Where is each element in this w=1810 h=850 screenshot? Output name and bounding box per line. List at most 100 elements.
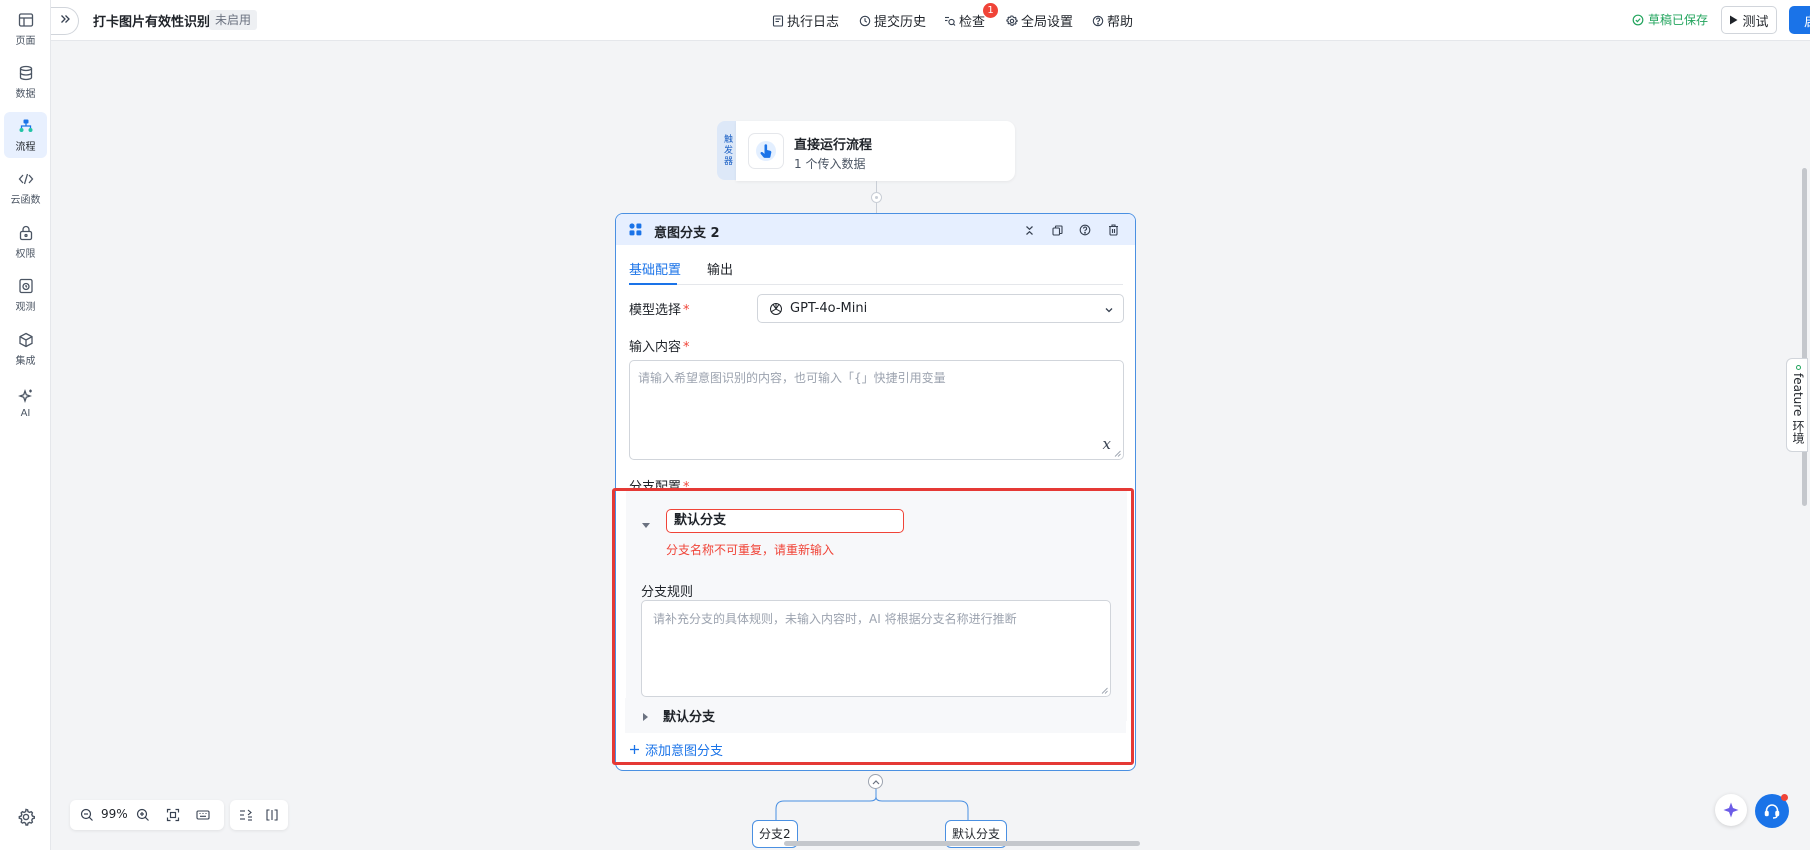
exec-log-label: 执行日志 [787, 15, 840, 30]
zoom-level: 99% [101, 807, 128, 821]
resize-grip-icon[interactable] [1114, 450, 1121, 457]
keyboard-icon[interactable] [196, 808, 210, 822]
page-layout-icon [17, 11, 35, 29]
save-status-label: 草稿已保存 [1648, 13, 1709, 27]
rail-item-cloud-function[interactable]: 云函数 [4, 165, 47, 211]
ai-assistant-button[interactable] [1715, 794, 1747, 826]
trigger-tag-label: 触发器 [722, 134, 732, 167]
node-header: 意图分支 2 [616, 214, 1135, 245]
apps-icon [629, 223, 642, 236]
database-icon [17, 64, 35, 82]
auto-layout-icon[interactable] [239, 808, 253, 822]
exec-log-link[interactable]: 执行日志 [772, 11, 839, 30]
help-link[interactable]: 帮助 [1092, 11, 1133, 30]
code-icon [17, 170, 35, 188]
trigger-title: 直接运行流程 [794, 138, 873, 153]
submit-history-link[interactable]: 提交历史 [859, 11, 926, 30]
save-status: 草稿已保存 [1632, 11, 1708, 28]
rail-label: 页面 [15, 36, 36, 47]
help-icon [1092, 15, 1104, 26]
rail-item-observe[interactable]: 观测 [4, 272, 47, 318]
model-label: 模型选择 * [629, 299, 690, 318]
test-button[interactable]: 测试 [1721, 6, 1777, 34]
minimap-icon[interactable] [265, 808, 279, 822]
zoom-out-icon[interactable] [80, 808, 94, 822]
help-label: 帮助 [1107, 15, 1134, 30]
rail-item-permission[interactable]: 权限 [4, 219, 47, 265]
check-link[interactable]: 检查 [944, 11, 985, 30]
node-tabs: 基础配置 输出 [629, 255, 1123, 285]
headset-icon [1764, 804, 1780, 819]
model-select-value: GPT-4o-Mini [790, 301, 868, 316]
rail-item-pages[interactable]: 页面 [4, 6, 47, 52]
rail-label: 集成 [15, 356, 36, 367]
submit-history-label: 提交历史 [874, 15, 927, 30]
pointer-icon [748, 133, 784, 169]
branch-connector-lines [775, 789, 969, 821]
tab-basic-config[interactable]: 基础配置 [629, 259, 681, 278]
horizontal-scrollbar[interactable] [784, 841, 1140, 846]
sparkle-icon [17, 387, 35, 405]
chevrons-right-icon [59, 13, 71, 29]
collapse-branches-button[interactable] [868, 774, 883, 789]
gear-icon[interactable] [16, 807, 36, 827]
feature-env-tab[interactable]: feature 环境 [1786, 358, 1808, 452]
check-count-badge: 1 [983, 3, 998, 18]
flow-icon [17, 117, 35, 135]
status-badge: 未启用 [209, 10, 258, 30]
help-icon[interactable] [1078, 223, 1092, 237]
search-check-icon [945, 16, 956, 26]
trigger-subtitle: 1 个传入数据 [794, 157, 866, 171]
app-title: 打卡图片有效性识别 [93, 15, 211, 30]
ai-sparkle-icon [1723, 802, 1739, 818]
gear-icon [1006, 14, 1018, 26]
zoom-toolbar: 99% [70, 800, 224, 830]
vertical-scrollbar[interactable] [1802, 168, 1807, 506]
highlight-box [612, 488, 1134, 765]
input-label-text: 输入内容 [629, 340, 682, 355]
model-select[interactable]: GPT-4o-Mini [757, 294, 1124, 323]
required-mark: * [683, 340, 690, 355]
input-content-field[interactable]: 请输入希望意图识别的内容，也可输入「{」快捷引用变量 x [629, 360, 1124, 460]
notification-dot [1781, 794, 1788, 801]
zoom-in-icon[interactable] [136, 808, 150, 822]
tab-output[interactable]: 输出 [707, 259, 733, 278]
node-title: 意图分支 2 [654, 226, 720, 241]
lock-icon [17, 224, 35, 242]
trash-icon[interactable] [1106, 223, 1120, 237]
layout-toolbar [230, 800, 288, 830]
collapse-icon[interactable] [1022, 223, 1036, 237]
rail-item-flow[interactable]: 流程 [4, 112, 47, 158]
rail-label: 流程 [15, 142, 36, 153]
rail-label: 云函数 [10, 195, 41, 206]
enable-button[interactable]: 启用 [1789, 6, 1810, 34]
feature-env-label: feature 环境 [1790, 365, 1807, 444]
variable-fx-icon[interactable]: x [1103, 435, 1111, 453]
feature-env-text: feature 环境 [1791, 373, 1805, 445]
copy-icon[interactable] [1050, 223, 1064, 237]
fit-view-icon[interactable] [166, 808, 180, 822]
left-rail: 页面 数据 流程 云函数 权限 观测 集成 AI [0, 0, 51, 850]
expand-sidebar-button[interactable] [51, 7, 79, 35]
cube-icon [17, 331, 35, 349]
add-node-dot[interactable] [871, 192, 882, 203]
trigger-node[interactable]: 直接运行流程 1 个传入数据 [736, 121, 1015, 181]
play-icon [1730, 15, 1738, 25]
monitor-icon [17, 277, 35, 295]
input-content-placeholder: 请输入希望意图识别的内容，也可输入「{」快捷引用变量 [638, 371, 946, 385]
input-label: 输入内容 * [629, 336, 690, 355]
rail-label: AI [20, 408, 31, 419]
global-settings-link[interactable]: 全局设置 [1006, 11, 1073, 30]
status-dot-icon [1795, 365, 1801, 370]
history-icon [859, 15, 871, 26]
model-label-text: 模型选择 [629, 303, 682, 318]
check-circle-icon [1632, 14, 1644, 25]
global-settings-label: 全局设置 [1021, 15, 1074, 30]
rail-label: 权限 [15, 249, 36, 260]
rail-item-ai[interactable]: AI [4, 380, 47, 426]
required-mark: * [683, 303, 690, 318]
rail-item-data[interactable]: 数据 [4, 59, 47, 105]
log-icon [772, 14, 784, 27]
rail-label: 观测 [15, 302, 36, 313]
rail-item-integration[interactable]: 集成 [4, 326, 47, 372]
